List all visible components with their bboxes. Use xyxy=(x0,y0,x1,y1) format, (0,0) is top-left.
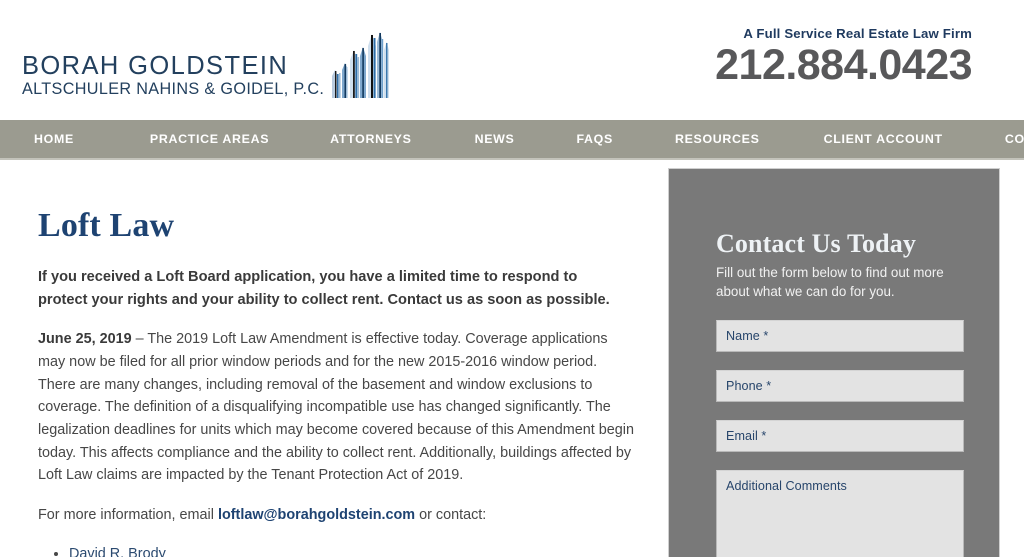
nav-item-faqs[interactable]: FAQS xyxy=(576,132,612,146)
content-area: Loft Law If you received a Loft Board ap… xyxy=(0,160,1024,557)
logo-wordmark: BORAH GOLDSTEIN ALTSCHULER NAHINS & GOID… xyxy=(22,51,325,100)
phone-number[interactable]: 212.884.0423 xyxy=(715,42,972,89)
nav-item-attorneys[interactable]: ATTORNEYS xyxy=(330,132,411,146)
additional-comments-placeholder: Additional Comments xyxy=(726,479,847,494)
page-title: Loft Law xyxy=(38,207,175,244)
nav-item-home[interactable]: HOME xyxy=(34,132,74,146)
more-info-paragraph: For more information, email loftlaw@bora… xyxy=(38,504,638,527)
more-info-prefix: For more information, email xyxy=(38,506,218,523)
name-field[interactable]: Name * xyxy=(716,320,964,353)
email-field-placeholder: Email * xyxy=(726,429,767,444)
email-field[interactable]: Email * xyxy=(716,420,964,453)
attorney-link-david-r-brody[interactable]: David R. Brody xyxy=(69,546,166,557)
main-content-column: Loft Law If you received a Loft Board ap… xyxy=(0,160,668,557)
main-navigation: HOME PRACTICE AREAS ATTORNEYS NEWS FAQS … xyxy=(0,120,1024,160)
site-logo[interactable]: BORAH GOLDSTEIN ALTSCHULER NAHINS & GOID… xyxy=(22,30,392,100)
nav-item-practice-areas[interactable]: PRACTICE AREAS xyxy=(150,132,269,146)
header-contact-block: A Full Service Real Estate Law Firm 212.… xyxy=(715,26,972,89)
logo-firm-subname: ALTSCHULER NAHINS & GOIDEL, P.C. xyxy=(22,80,325,99)
firm-tagline: A Full Service Real Estate Law Firm xyxy=(743,26,972,41)
additional-comments-field[interactable]: Additional Comments xyxy=(716,470,964,557)
logo-firm-name: BORAH GOLDSTEIN xyxy=(22,51,289,80)
attorney-contact-list: David R. Brody xyxy=(38,543,638,557)
skyline-buildings-logo-icon xyxy=(330,30,392,100)
nav-item-contact-us[interactable]: CONTACT US xyxy=(1005,132,1024,146)
contact-form-panel: Contact Us Today Fill out the form below… xyxy=(668,168,1000,557)
contact-form-title: Contact Us Today xyxy=(716,229,917,258)
more-info-suffix: or contact: xyxy=(415,506,487,523)
email-link[interactable]: loftlaw@borahgoldstein.com xyxy=(218,507,415,523)
nav-item-resources[interactable]: RESOURCES xyxy=(675,132,760,146)
name-field-placeholder: Name * xyxy=(726,329,769,344)
page-root: BORAH GOLDSTEIN ALTSCHULER NAHINS & GOID… xyxy=(0,0,1024,557)
news-body: – The 2019 Loft Law Amendment is effecti… xyxy=(38,331,634,484)
nav-item-news[interactable]: NEWS xyxy=(475,132,515,146)
news-paragraph: June 25, 2019 – The 2019 Loft Law Amendm… xyxy=(38,328,638,486)
contact-form-subtitle: Fill out the form below to find out more… xyxy=(716,265,944,299)
page-lede: If you received a Loft Board application… xyxy=(38,269,610,309)
news-date: June 25, 2019 xyxy=(38,331,132,348)
nav-item-client-account[interactable]: CLIENT ACCOUNT xyxy=(824,132,943,146)
site-header: BORAH GOLDSTEIN ALTSCHULER NAHINS & GOID… xyxy=(0,0,1024,120)
list-item: David R. Brody xyxy=(69,543,638,557)
sidebar-column: Contact Us Today Fill out the form below… xyxy=(668,160,1024,557)
phone-field-placeholder: Phone * xyxy=(726,379,772,394)
phone-field[interactable]: Phone * xyxy=(716,370,964,403)
